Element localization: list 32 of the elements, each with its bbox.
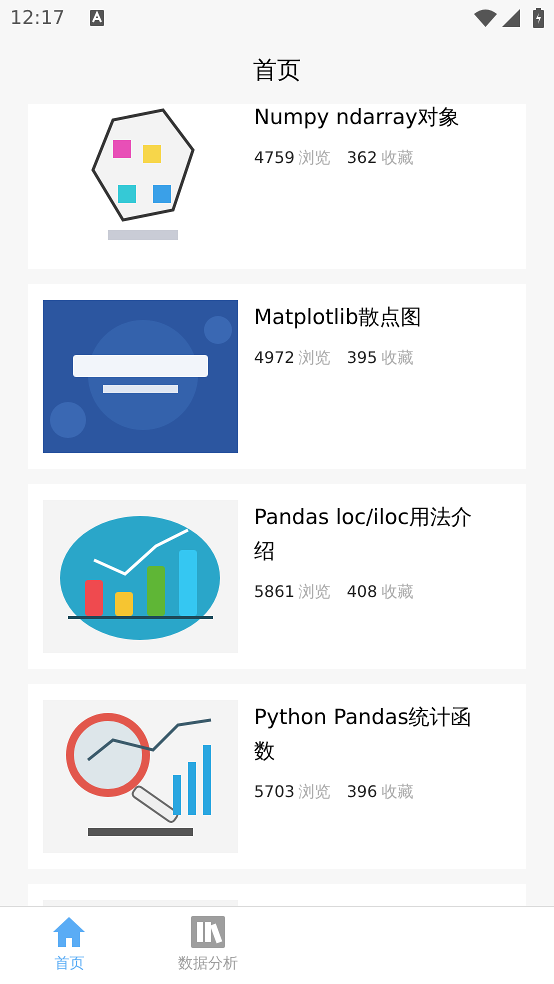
wifi-icon bbox=[474, 9, 497, 27]
article-title: Python Pandas统计函数 bbox=[254, 704, 473, 765]
view-count: 5861 bbox=[254, 581, 295, 603]
article-card[interactable]: Pandas loc/iloc用法介绍 5861 浏览 408 收藏 bbox=[28, 484, 526, 669]
favorite-label: 收藏 bbox=[381, 347, 414, 369]
page-title: 首页 bbox=[253, 55, 301, 86]
books-icon bbox=[190, 916, 225, 948]
view-label: 浏览 bbox=[298, 147, 331, 169]
article-title: Matplotlib散点图 bbox=[254, 304, 422, 331]
favorite-label: 收藏 bbox=[381, 147, 414, 169]
view-label: 浏览 bbox=[298, 581, 331, 603]
favorite-label: 收藏 bbox=[381, 581, 414, 603]
favorite-count: 396 bbox=[346, 781, 378, 803]
article-card[interactable]: Matplotlib散点图 4972 浏览 395 收藏 bbox=[28, 284, 526, 469]
battery-icon bbox=[533, 8, 544, 28]
article-title: Numpy ndarray对象 bbox=[254, 104, 461, 131]
view-count: 5703 bbox=[254, 781, 295, 803]
view-label: 浏览 bbox=[298, 781, 331, 803]
favorite-count: 362 bbox=[346, 147, 378, 169]
view-label: 浏览 bbox=[298, 347, 331, 369]
article-card[interactable]: Python Pandas统计函数 5703 浏览 396 收藏 bbox=[28, 684, 526, 869]
favorite-count: 408 bbox=[346, 581, 378, 603]
favorite-count: 395 bbox=[346, 347, 378, 369]
keyboard-icon bbox=[90, 10, 104, 26]
home-icon bbox=[52, 916, 86, 948]
status-time: 12:17 bbox=[10, 6, 65, 31]
article-card[interactable]: Numpy ndarray对象 4759 浏览 362 收藏 bbox=[28, 104, 526, 269]
view-count: 4759 bbox=[254, 147, 295, 169]
article-title: Pandas loc/iloc用法介绍 bbox=[254, 504, 474, 565]
view-count: 4972 bbox=[254, 347, 295, 369]
favorite-label: 收藏 bbox=[381, 781, 414, 803]
signal-icon bbox=[502, 9, 520, 27]
